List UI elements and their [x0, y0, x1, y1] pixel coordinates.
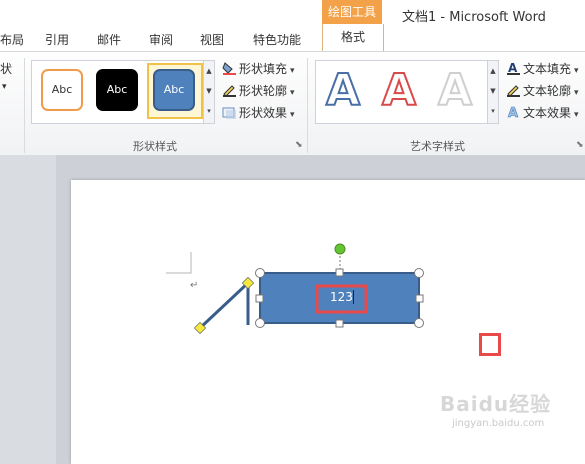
tab-mailings[interactable]: 邮件: [97, 31, 121, 48]
tab-layout[interactable]: 布局: [0, 31, 24, 48]
tab-view[interactable]: 视图: [200, 31, 224, 48]
text-fill-icon: A: [506, 61, 520, 75]
chevron-down-icon: ▾: [574, 66, 579, 76]
line-shape[interactable]: [198, 281, 250, 330]
tab-references[interactable]: 引用: [45, 31, 69, 48]
text-fill-label: 文本填充: [523, 62, 572, 76]
resize-handle-s[interactable]: [335, 319, 344, 328]
gallery-more-icon[interactable]: ▾: [204, 101, 214, 121]
drawing-tools-context-label: 绘图工具: [322, 0, 382, 24]
shape-outline-label: 形状轮廓: [239, 84, 288, 98]
textbox-text[interactable]: 123: [330, 290, 353, 304]
svg-text:A: A: [508, 106, 518, 119]
text-outline-button[interactable]: 文本轮廓 ▾: [506, 82, 579, 99]
scroll-down-icon[interactable]: ▼: [488, 81, 498, 101]
group-separator: [307, 58, 308, 153]
shape-fill-button[interactable]: 形状填充 ▾: [222, 60, 295, 77]
shape-gallery-scroll[interactable]: ▲ ▼ ▾: [203, 60, 215, 124]
shape-effect-label: 形状效果: [239, 106, 288, 120]
shape-effect-icon: [222, 105, 236, 119]
left-margin-area: [0, 155, 56, 464]
dialog-launcher-icon[interactable]: ⬊: [295, 140, 303, 150]
resize-handle-sw[interactable]: [255, 318, 265, 328]
svg-text:A: A: [508, 61, 518, 75]
text-fill-button[interactable]: A 文本填充 ▾: [506, 60, 579, 77]
text-effect-button[interactable]: A 文本效果 ▾: [506, 104, 579, 122]
shape-style-orange-outline[interactable]: Abc: [41, 69, 83, 111]
scroll-up-icon[interactable]: ▲: [488, 61, 498, 81]
wordart-style-gray[interactable]: A: [437, 64, 473, 117]
resize-handle-e[interactable]: [415, 294, 424, 303]
red-square-marker: [479, 333, 501, 356]
wordart-gallery: A A A: [315, 60, 489, 124]
resize-handle-se[interactable]: [414, 318, 424, 328]
chevron-down-icon: ▾: [574, 88, 579, 98]
text-outline-icon: [506, 83, 520, 97]
shape-fill-label: 形状填充: [239, 62, 288, 76]
cutoff-shape-item[interactable]: 状: [0, 60, 12, 77]
resize-handle-nw[interactable]: [255, 268, 265, 278]
margin-corner-marker: [166, 252, 192, 274]
baidu-watermark-url: jingyan.baidu.com: [452, 418, 545, 429]
text-cursor: [353, 290, 354, 304]
resize-handle-w[interactable]: [255, 294, 264, 303]
text-outline-label: 文本轮廓: [523, 84, 572, 98]
resize-handle-n[interactable]: [335, 268, 344, 277]
window-title: 文档1 - Microsoft Word: [402, 10, 546, 25]
shape-style-black[interactable]: Abc: [96, 69, 138, 111]
scroll-up-icon[interactable]: ▲: [204, 61, 214, 81]
wordart-style-red[interactable]: A: [381, 64, 417, 117]
pen-outline-icon: [222, 83, 236, 97]
chevron-down-icon: ▾: [574, 110, 579, 120]
wordart-style-blue[interactable]: A: [325, 64, 361, 117]
shape-styles-group-label: 形状样式: [133, 140, 177, 153]
cutoff-dropdown[interactable]: ▾: [2, 82, 7, 92]
gallery-more-icon[interactable]: ▾: [488, 101, 498, 121]
wordart-styles-group-label: 艺术字样式: [410, 140, 465, 153]
chevron-down-icon: ▾: [290, 110, 295, 120]
shape-outline-button[interactable]: 形状轮廓 ▾: [222, 82, 295, 99]
ribbon: 状 ▾ Abc Abc Abc ▲ ▼ ▾ 形状填充 ▾ 形状轮廓 ▾ 形状效果 ▾ …: [0, 51, 585, 156]
wordart-gallery-scroll[interactable]: ▲ ▼ ▾: [487, 60, 499, 124]
tab-review[interactable]: 审阅: [149, 31, 173, 48]
shape-style-blue[interactable]: Abc: [153, 69, 195, 111]
shape-effect-button[interactable]: 形状效果 ▾: [222, 104, 295, 121]
paint-bucket-icon: [222, 61, 236, 75]
ribbon-tab-bar: 布局 引用 邮件 审阅 视图 特色功能 文档1 - Microsoft Word: [0, 0, 585, 51]
text-effect-label: 文本效果: [523, 106, 572, 120]
resize-handle-ne[interactable]: [414, 268, 424, 278]
tab-format[interactable]: 格式: [322, 24, 384, 51]
dialog-launcher-icon[interactable]: ⬊: [576, 140, 584, 150]
drawing-canvas: [193, 243, 424, 335]
text-effect-icon: A: [506, 105, 520, 122]
chevron-down-icon: ▾: [290, 88, 295, 98]
rotation-handle[interactable]: [334, 243, 346, 255]
scroll-down-icon[interactable]: ▼: [204, 81, 214, 101]
shape-style-gallery: Abc Abc Abc: [31, 60, 205, 124]
tab-special-features[interactable]: 特色功能: [253, 31, 301, 48]
group-separator: [24, 58, 25, 153]
baidu-watermark-logo: Baidu经验: [440, 392, 552, 416]
chevron-down-icon: ▾: [290, 66, 295, 76]
